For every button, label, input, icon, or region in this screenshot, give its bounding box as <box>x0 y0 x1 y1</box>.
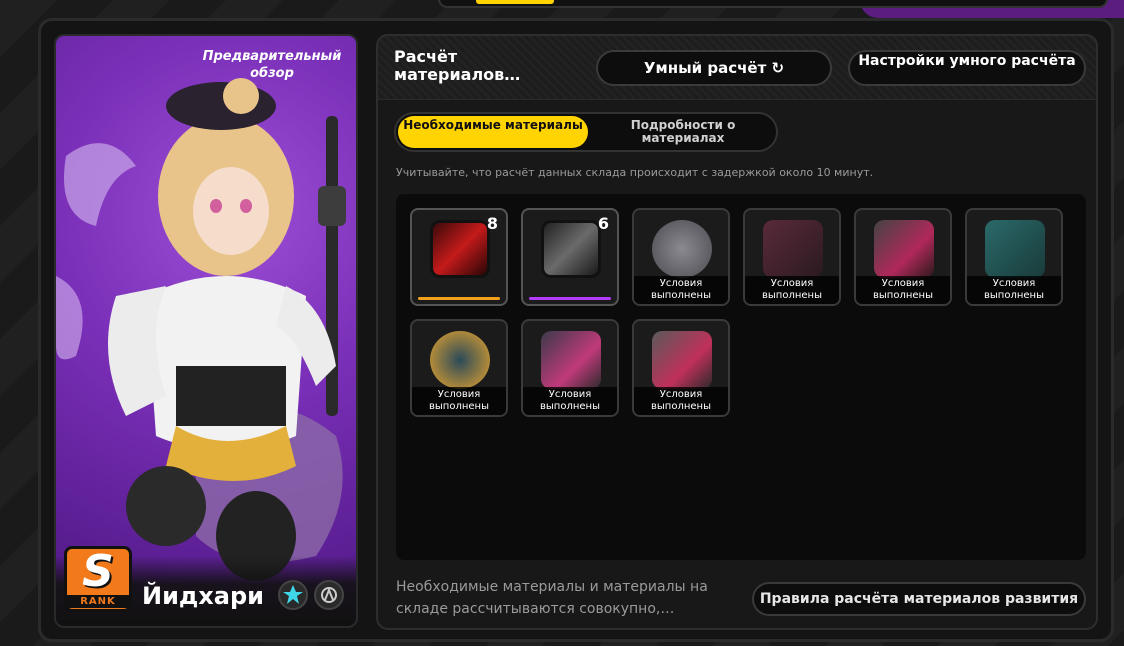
character-name: Йидхари <box>142 582 264 610</box>
material-item[interactable]: 6 <box>521 208 619 306</box>
materials-panel: Расчёт материалов… Умный расчёт ↻ Настро… <box>376 34 1098 630</box>
material-tabs: Необходимые материалы Подробности о мате… <box>394 112 778 152</box>
pink-floppy-icon <box>652 331 712 389</box>
refresh-icon: ↻ <box>771 59 785 77</box>
purple-chip-icon <box>541 220 601 278</box>
top-progress-pill <box>476 0 554 4</box>
materials-grid: 8 6 Условия выполнены Условия выполнены … <box>396 194 1086 560</box>
faction-icon <box>314 580 344 610</box>
character-card[interactable]: Предварительный обзор S RANK Йидхари <box>54 34 358 628</box>
gold-ring-icon <box>430 331 490 389</box>
rank-badge: S RANK <box>64 546 132 612</box>
red-chip-icon <box>430 220 490 278</box>
preview-label[interactable]: Предварительный обзор <box>202 48 342 82</box>
smart-calc-label: Умный расчёт <box>643 59 767 77</box>
rarity-bar <box>529 297 611 300</box>
rarity-bar <box>418 297 500 300</box>
note-crate-icon <box>541 331 601 389</box>
rank-letter: S <box>82 546 114 597</box>
top-progress-bar <box>438 0 1108 8</box>
delay-notice: Учитывайте, что расчёт данных склада про… <box>396 166 874 179</box>
condition-met-label: Условия выполнены <box>634 276 728 304</box>
material-item[interactable]: Условия выполнены <box>521 319 619 417</box>
smart-calc-button[interactable]: Умный расчёт ↻ <box>596 50 832 86</box>
condition-met-label: Условия выполнены <box>967 276 1061 304</box>
condition-met-label: Условия выполнены <box>856 276 950 304</box>
material-item[interactable]: Условия выполнены <box>854 208 952 306</box>
material-item[interactable]: 8 <box>410 208 508 306</box>
condition-met-label: Условия выполнены <box>745 276 839 304</box>
material-count: 8 <box>486 214 498 233</box>
footer-description: Необходимые материалы и материалы на скл… <box>396 579 708 617</box>
smart-settings-button[interactable]: Настройки умного расчёта <box>848 50 1086 86</box>
material-item[interactable]: Условия выполнены <box>410 319 508 417</box>
panel-title: Расчёт материалов… <box>394 47 521 84</box>
material-item[interactable]: Условия выполнены <box>965 208 1063 306</box>
silver-coin-icon <box>652 220 712 278</box>
condition-met-label: Условия выполнены <box>634 387 728 415</box>
rank-word: RANK <box>67 595 129 608</box>
material-item[interactable]: Условия выполнены <box>632 208 730 306</box>
calc-rules-button[interactable]: Правила расчёта материалов развития <box>752 582 1086 616</box>
condition-met-label: Условия выполнены <box>412 387 506 415</box>
material-count: 6 <box>597 214 609 233</box>
panel-header: Расчёт материалов… Умный расчёт ↻ Настро… <box>378 36 1096 100</box>
ether-attribute-icon <box>278 580 308 610</box>
tab-required-materials[interactable]: Необходимые материалы <box>398 116 588 148</box>
teal-star-box-icon <box>985 220 1045 278</box>
smart-settings-label: Настройки умного расчёта <box>858 53 1076 69</box>
material-item[interactable]: Условия выполнены <box>743 208 841 306</box>
material-item[interactable]: Условия выполнены <box>632 319 730 417</box>
condition-met-label: Условия выполнены <box>523 387 617 415</box>
music-box-icon <box>763 220 823 278</box>
tab-material-details[interactable]: Подробности о материалах <box>588 116 778 148</box>
character-portrait <box>56 78 346 581</box>
reel-device-icon <box>874 220 934 278</box>
